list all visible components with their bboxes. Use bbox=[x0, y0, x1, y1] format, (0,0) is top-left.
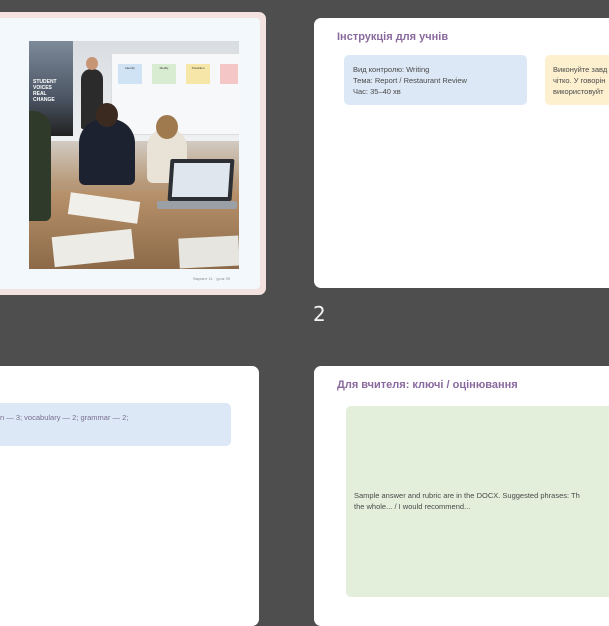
slide-thumbnail-4[interactable]: Для вчителя: ключі / оцінювання Sample a… bbox=[314, 366, 609, 626]
classroom-photo: STUDENT VOICES REAL CHANGE Identify Modi… bbox=[29, 41, 239, 269]
note-line: чітко. У говорін bbox=[553, 76, 606, 85]
info-box: Вид контролю: Writing Тема: Report / Res… bbox=[344, 55, 527, 105]
info-line: Час: 35–40 хв bbox=[353, 87, 401, 96]
student-figure bbox=[79, 103, 135, 185]
laptop-base bbox=[157, 201, 237, 209]
board-note bbox=[220, 64, 238, 84]
page-number: 2 bbox=[313, 302, 326, 326]
student-figure bbox=[29, 111, 51, 221]
slide-title: Для вчителя: ключі / оцінювання bbox=[337, 379, 518, 391]
info-line: Вид контролю: Writing bbox=[353, 65, 430, 74]
slide-thumbnail-2[interactable]: Інструкція для учнів Вид контролю: Writi… bbox=[314, 18, 609, 288]
answer-box: Sample answer and rubric are in the DOCX… bbox=[346, 406, 609, 597]
board-note: Identify bbox=[118, 64, 142, 84]
board-note: Modify bbox=[152, 64, 176, 84]
slide-title: Інструкція для учнів bbox=[337, 31, 449, 43]
answer-line: the whole... / I would recommend... bbox=[354, 502, 471, 511]
note-line: Виконуйте завд bbox=[553, 65, 608, 74]
rubric-text: n — 3; vocabulary — 2; grammar — 2; bbox=[0, 413, 129, 422]
note-box: Виконуйте завд чітко. У говорін використ… bbox=[545, 55, 609, 105]
info-line: Тема: Report / Restaurant Review bbox=[353, 76, 467, 85]
slide-canvas: STUDENT VOICES REAL CHANGE Identify Modi… bbox=[0, 18, 260, 289]
laptop bbox=[167, 159, 235, 201]
newspaper bbox=[178, 235, 239, 269]
slide-footer: Варіант 11 · урок 39 bbox=[193, 276, 230, 281]
rubric-box: n — 3; vocabulary — 2; grammar — 2; bbox=[0, 403, 231, 446]
slide-thumbnail-3[interactable]: n — 3; vocabulary — 2; grammar — 2; bbox=[0, 366, 259, 626]
board-note: Transition bbox=[186, 64, 210, 84]
note-line: використовуйт bbox=[553, 87, 604, 96]
poster-text: STUDENT VOICES REAL CHANGE bbox=[33, 79, 57, 103]
slide-thumbnail-1[interactable]: STUDENT VOICES REAL CHANGE Identify Modi… bbox=[0, 12, 266, 295]
answer-line: Sample answer and rubric are in the DOCX… bbox=[354, 491, 580, 500]
